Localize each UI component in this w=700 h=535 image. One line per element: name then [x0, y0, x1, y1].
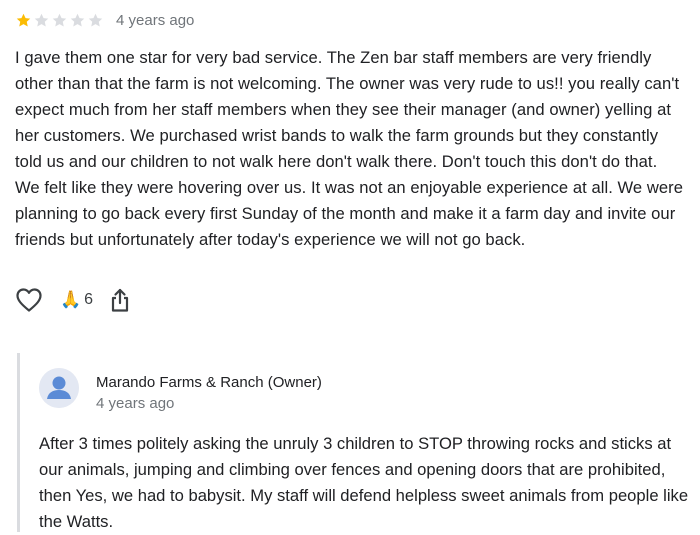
star-icon — [69, 12, 86, 29]
reply-header: Marando Farms & Ranch (Owner) 4 years ag… — [20, 353, 690, 414]
reply-text: After 3 times politely asking the unruly… — [39, 434, 689, 531]
star-icon — [87, 12, 104, 29]
reply-meta: Marando Farms & Ranch (Owner) 4 years ag… — [96, 368, 322, 414]
reaction-button[interactable]: 🙏 6 — [60, 290, 93, 310]
owner-name: Marando Farms & Ranch (Owner) — [96, 374, 322, 391]
review-card: 4 years ago I gave them one star for ver… — [15, 0, 685, 315]
star-rating — [15, 12, 104, 29]
review-actions: 🙏 6 — [15, 285, 685, 315]
owner-avatar[interactable] — [39, 368, 79, 408]
heart-outline-icon — [16, 288, 42, 312]
rating-row: 4 years ago — [15, 0, 685, 40]
default-avatar-icon — [39, 368, 79, 408]
review-text: I gave them one star for very bad servic… — [15, 48, 684, 249]
owner-reply: Marando Farms & Ranch (Owner) 4 years ag… — [17, 353, 690, 532]
share-button[interactable] — [109, 287, 131, 313]
star-icon — [33, 12, 50, 29]
star-icon — [15, 12, 32, 29]
reaction-count: 6 — [84, 291, 94, 308]
star-icon — [51, 12, 68, 29]
reply-time: 4 years ago — [96, 395, 175, 412]
like-button[interactable] — [15, 287, 43, 313]
share-icon — [111, 288, 129, 312]
review-time: 4 years ago — [116, 11, 195, 29]
folded-hands-icon: 🙏 — [60, 290, 82, 309]
